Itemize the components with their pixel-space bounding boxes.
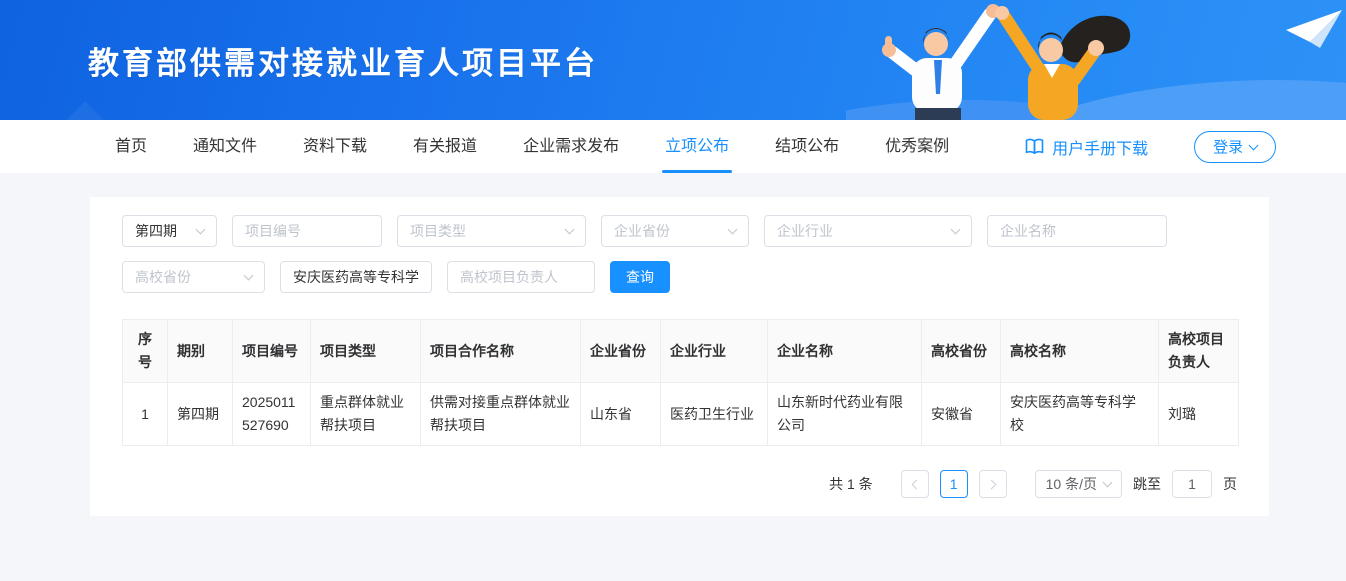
col-header-school-province: 高校省份 [922,320,1001,383]
chevron-down-icon [244,271,254,281]
nav-item-project-approval[interactable]: 立项公布 [665,120,729,173]
prev-page-button[interactable] [901,470,929,498]
filter-row-2: 高校省份 查询 [122,261,1237,293]
results-table: 序号 期别 项目编号 项目类型 项目合作名称 企业省份 企业行业 企业名称 高校… [122,319,1239,446]
page-body: 第四期 项目类型 企业省份 企业行业 高校省份 [0,173,1346,516]
chevron-down-icon [1103,478,1113,488]
col-header-company-name: 企业名称 [768,320,922,383]
nav-item-company-needs[interactable]: 企业需求发布 [523,120,619,173]
school-name-input[interactable] [280,261,432,293]
chevron-down-icon [1249,140,1259,150]
cell-project-name: 供需对接重点群体就业帮扶项目 [421,383,581,446]
col-header-project-type: 项目类型 [311,320,421,383]
cell-school-province: 安徽省 [922,383,1001,446]
col-header-school-name: 高校名称 [1001,320,1159,383]
col-header-project-name: 项目合作名称 [421,320,581,383]
project-type-placeholder: 项目类型 [410,221,466,241]
chevron-down-icon [565,225,575,235]
chevron-left-icon [911,479,921,489]
nav-item-project-completion[interactable]: 结项公布 [775,120,839,173]
paper-plane-icon [1286,10,1342,48]
next-page-button[interactable] [979,470,1007,498]
nav-item-notices[interactable]: 通知文件 [193,120,257,173]
cell-company-province: 山东省 [581,383,661,446]
cell-project-no: 2025011527690 [233,383,311,446]
col-header-project-no: 项目编号 [233,320,311,383]
page-size-select[interactable]: 10 条/页 [1035,470,1122,498]
company-industry-select[interactable]: 企业行业 [764,215,972,247]
school-province-select[interactable]: 高校省份 [122,261,265,293]
nav-item-best-cases[interactable]: 优秀案例 [885,120,949,173]
period-select[interactable]: 第四期 [122,215,217,247]
col-header-school-leader: 高校项目负责人 [1159,320,1239,383]
chevron-right-icon [986,479,996,489]
login-button[interactable]: 登录 [1194,131,1276,163]
site-header: 教育部供需对接就业育人项目平台 [0,0,1346,120]
company-name-input[interactable] [987,215,1167,247]
company-industry-placeholder: 企业行业 [777,221,833,241]
company-province-placeholder: 企业省份 [614,221,670,241]
login-label: 登录 [1213,136,1243,157]
table-header-row: 序号 期别 项目编号 项目类型 项目合作名称 企业省份 企业行业 企业名称 高校… [123,320,1239,383]
page-size-value: 10 条/页 [1046,474,1097,494]
page-suffix-label: 页 [1223,474,1237,494]
chevron-down-icon [196,225,206,235]
col-header-index: 序号 [123,320,168,383]
cell-index: 1 [123,383,168,446]
cell-company-name: 山东新时代药业有限公司 [768,383,922,446]
period-select-value: 第四期 [135,221,177,241]
school-province-placeholder: 高校省份 [135,267,191,287]
high-five-illustration [846,0,1346,120]
col-header-company-industry: 企业行业 [661,320,768,383]
jump-to-label: 跳至 [1133,474,1161,494]
nav-item-home[interactable]: 首页 [115,120,147,173]
jump-page-input[interactable] [1172,470,1212,498]
page-number-1[interactable]: 1 [940,470,968,498]
company-province-select[interactable]: 企业省份 [601,215,749,247]
manual-link-label: 用户手册下载 [1052,135,1148,159]
filter-row-1: 第四期 项目类型 企业省份 企业行业 [122,215,1237,247]
nav-item-downloads[interactable]: 资料下载 [303,120,367,173]
content-card: 第四期 项目类型 企业省份 企业行业 高校省份 [90,197,1269,516]
user-manual-download-link[interactable]: 用户手册下载 [1025,135,1148,159]
nav-item-reports[interactable]: 有关报道 [413,120,477,173]
cell-school-name: 安庆医药高等专科学校 [1001,383,1159,446]
project-type-select[interactable]: 项目类型 [397,215,586,247]
cell-company-industry: 医药卫生行业 [661,383,768,446]
cell-period: 第四期 [168,383,233,446]
header-decoration [21,101,148,120]
main-nav: 首页 通知文件 资料下载 有关报道 企业需求发布 立项公布 结项公布 优秀案例 … [0,120,1346,173]
total-count-label: 共 1 条 [829,474,873,494]
table-row: 1 第四期 2025011527690 重点群体就业帮扶项目 供需对接重点群体就… [123,383,1239,446]
search-button[interactable]: 查询 [610,261,670,293]
cell-school-leader: 刘璐 [1159,383,1239,446]
book-icon [1025,138,1044,155]
project-no-input[interactable] [232,215,382,247]
col-header-company-province: 企业省份 [581,320,661,383]
school-leader-input[interactable] [447,261,595,293]
chevron-down-icon [728,225,738,235]
col-header-period: 期别 [168,320,233,383]
chevron-down-icon [951,225,961,235]
pagination: 共 1 条 1 10 条/页 跳至 页 [122,470,1237,498]
site-title: 教育部供需对接就业育人项目平台 [88,38,598,83]
cell-project-type: 重点群体就业帮扶项目 [311,383,421,446]
